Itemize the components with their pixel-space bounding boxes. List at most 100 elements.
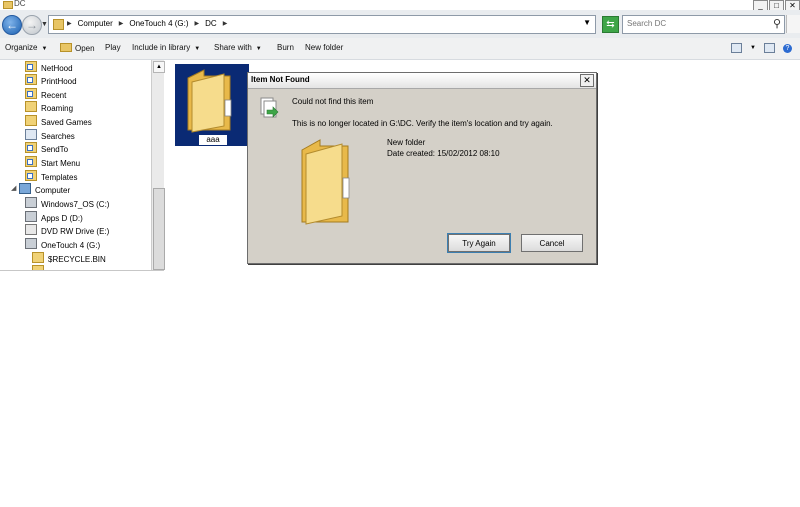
nav-item-roaming[interactable]: Roaming xyxy=(25,101,73,114)
nav-item-searches[interactable]: Searches xyxy=(25,129,75,142)
preview-pane-icon[interactable] xyxy=(764,43,775,53)
back-button[interactable]: ← xyxy=(2,15,22,35)
nav-item-nethood[interactable]: NetHood xyxy=(25,61,73,74)
search-box[interactable]: ⚲ xyxy=(622,15,785,34)
nav-item-dvd-rw[interactable]: DVD RW Drive (E:) xyxy=(25,224,109,237)
computer-icon xyxy=(19,183,31,194)
folder-shortcut-icon xyxy=(25,88,37,99)
nav-item-label: DVD RW Drive (E:) xyxy=(41,227,110,236)
chevron-right-icon[interactable]: ▶ xyxy=(119,20,124,27)
nav-item-label: SendTo xyxy=(41,145,69,154)
nav-item-recent[interactable]: Recent xyxy=(25,88,66,101)
dialog-message: This is no longer located in G:\DC. Veri… xyxy=(292,119,553,128)
nav-item-label: Windows7_OS (C:) xyxy=(41,200,110,209)
file-name-input[interactable]: aaa xyxy=(198,134,228,146)
nav-item-label: Start Menu xyxy=(41,159,81,168)
dialog-title: Item Not Found xyxy=(251,75,310,84)
share-label: Share with xyxy=(214,43,252,52)
open-label: Open xyxy=(75,44,95,53)
new-folder-button[interactable]: New folder xyxy=(305,43,343,52)
include-label: Include in library xyxy=(132,43,191,52)
navigation-pane: NetHood PrintHood Recent Roaming Saved G… xyxy=(0,60,152,271)
forward-arrow-icon: → xyxy=(26,18,38,32)
cancel-button[interactable]: Cancel xyxy=(521,234,583,252)
window-title: DC xyxy=(14,0,26,8)
view-controls: ▼ ? xyxy=(731,43,792,53)
chevron-down-icon: ▼ xyxy=(194,46,201,52)
nav-scrollbar[interactable]: ▲ xyxy=(151,60,165,271)
breadcrumb-computer[interactable]: Computer xyxy=(78,19,113,28)
address-dropdown-icon[interactable]: ▼ xyxy=(583,18,591,27)
nav-item-computer[interactable]: Computer xyxy=(19,183,70,196)
burn-button[interactable]: Burn xyxy=(277,43,294,52)
chevron-down-icon: ▼ xyxy=(41,46,48,52)
nav-item-templates[interactable]: Templates xyxy=(25,170,77,183)
folder-icon xyxy=(53,19,64,30)
breadcrumb-onetouch[interactable]: OneTouch 4 (G:) xyxy=(129,19,188,28)
window-titlebar: DC _ □ ✕ xyxy=(0,0,800,11)
chevron-down-icon[interactable]: ▼ xyxy=(750,45,756,51)
item-name: New folder xyxy=(387,138,426,147)
hard-drive-icon xyxy=(25,211,37,222)
close-icon: ✕ xyxy=(583,75,591,85)
chevron-right-icon[interactable]: ▶ xyxy=(223,20,228,27)
dialog-heading: Could not find this item xyxy=(292,97,374,106)
search-input[interactable] xyxy=(623,16,765,31)
change-view-icon[interactable] xyxy=(731,43,743,53)
folder-shortcut-icon xyxy=(25,61,37,72)
nav-item-saved-games[interactable]: Saved Games xyxy=(25,115,92,128)
item-not-found-dialog: Item Not Found ✕ Could not find this ite… xyxy=(247,72,597,264)
folder-icon xyxy=(301,139,350,225)
hard-drive-icon xyxy=(25,197,37,208)
folder-shortcut-icon xyxy=(25,74,37,85)
nav-item-label: $RECYCLE.BIN xyxy=(48,255,106,264)
address-row: ← → ▼ ▶ Computer ▶ OneTouch 4 (G:) ▶ DC … xyxy=(0,10,800,39)
refresh-icon: ⇆ xyxy=(606,19,615,30)
search-folder-icon xyxy=(25,129,37,140)
window-edge xyxy=(786,15,800,33)
nav-item-label: Roaming xyxy=(41,104,74,113)
chevron-down-icon: ▼ xyxy=(255,46,262,52)
nav-item-recycle-bin[interactable]: $RECYCLE.BIN xyxy=(32,252,106,265)
expand-collapse-icon[interactable]: ◢ xyxy=(11,184,16,192)
folder-shortcut-icon xyxy=(25,170,37,181)
play-button[interactable]: Play xyxy=(105,43,121,52)
open-button[interactable]: Open xyxy=(60,43,95,53)
dialog-close-button[interactable]: ✕ xyxy=(580,74,594,87)
saved-games-icon xyxy=(25,115,37,126)
search-icon[interactable]: ⚲ xyxy=(773,17,781,30)
nav-item-windows7-os[interactable]: Windows7_OS (C:) xyxy=(25,197,109,210)
chevron-right-icon[interactable]: ▶ xyxy=(67,20,72,27)
chevron-right-icon[interactable]: ▶ xyxy=(195,20,200,27)
share-with-menu[interactable]: Share with ▼ xyxy=(214,43,262,52)
nav-item-apps-d[interactable]: Apps D (D:) xyxy=(25,211,83,224)
dialog-titlebar: Item Not Found ✕ xyxy=(248,73,596,89)
scroll-up-icon[interactable]: ▲ xyxy=(153,61,165,73)
nav-item-printhood[interactable]: PrintHood xyxy=(25,74,77,87)
organize-menu[interactable]: Organize ▼ xyxy=(5,43,47,52)
nav-item-onetouch[interactable]: OneTouch 4 (G:) xyxy=(25,238,100,251)
folder-icon xyxy=(25,101,37,112)
recent-pages-dropdown[interactable]: ▼ xyxy=(41,21,48,28)
forward-button[interactable]: → xyxy=(22,15,42,35)
nav-item-label: Templates xyxy=(41,173,78,182)
breadcrumb-dc[interactable]: DC xyxy=(205,19,217,28)
nav-item-label: Apps D (D:) xyxy=(41,214,83,223)
address-bar[interactable]: ▶ Computer ▶ OneTouch 4 (G:) ▶ DC ▶ ▼ xyxy=(48,15,596,34)
include-in-library-menu[interactable]: Include in library ▼ xyxy=(132,43,200,52)
file-item-aaa[interactable]: aaa xyxy=(175,64,249,146)
folder-shortcut-icon xyxy=(25,156,37,167)
nav-item-label: Saved Games xyxy=(41,118,92,127)
help-icon[interactable]: ? xyxy=(783,43,792,53)
nav-item-start-menu[interactable]: Start Menu xyxy=(25,156,80,169)
nav-item-sendto[interactable]: SendTo xyxy=(25,142,68,155)
breadcrumb: ▶ Computer ▶ OneTouch 4 (G:) ▶ DC ▶ xyxy=(67,19,227,28)
folder-icon xyxy=(32,252,44,263)
refresh-button[interactable]: ⇆ xyxy=(602,16,619,33)
external-drive-icon xyxy=(25,238,37,249)
try-again-button[interactable]: Try Again xyxy=(447,233,511,253)
back-arrow-icon: ← xyxy=(6,18,18,32)
folder-shortcut-icon xyxy=(25,142,37,153)
scroll-thumb[interactable] xyxy=(153,188,165,270)
large-folder-icon xyxy=(187,69,232,133)
